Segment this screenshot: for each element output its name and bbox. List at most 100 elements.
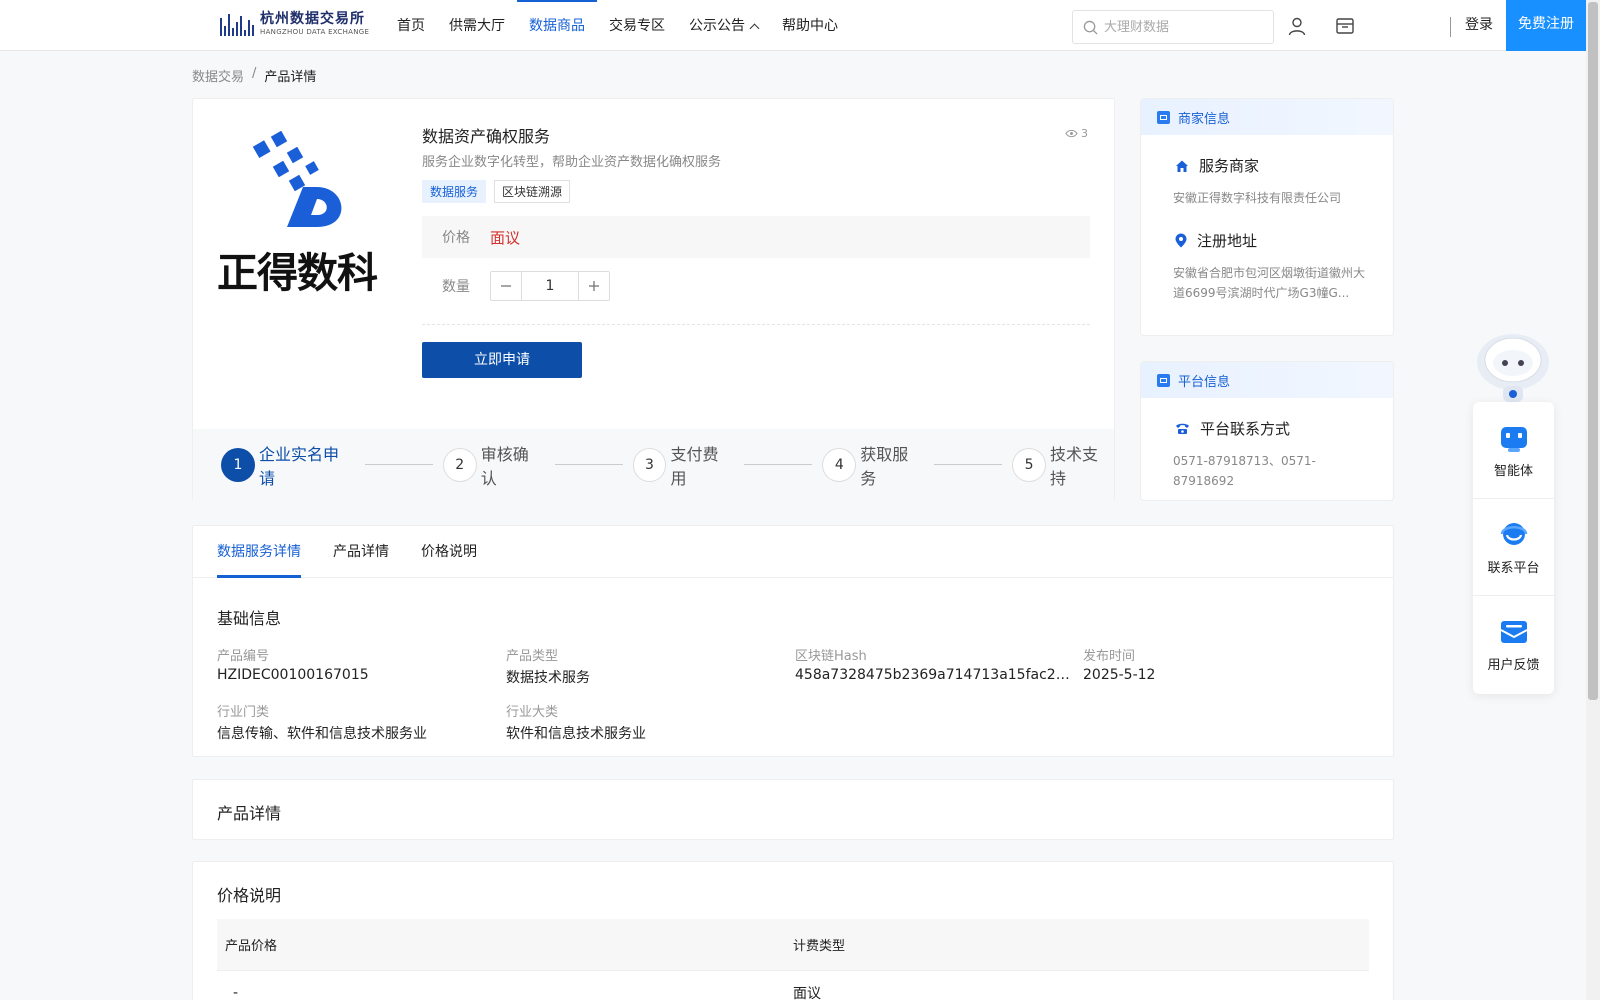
view-count: 3 — [1065, 127, 1088, 140]
industry-category-value: 信息传输、软件和信息技术服务业 — [217, 726, 427, 742]
service-merchant-value: 安徽正得数字科技有限责任公司 — [1173, 191, 1342, 205]
step-5: 5 技术支持 — [1012, 441, 1114, 489]
details-card: 数据服务详情 产品详情 价格说明 基础信息 产品编号 HZIDEC0010016… — [192, 525, 1394, 757]
price-box: 价格 面议 — [422, 216, 1090, 258]
floating-service-panel: 智能体 联系平台 用户反馈 — [1473, 402, 1554, 694]
process-steps: 1 企业实名申请 2 审核确认 3 支付费用 4 获取服务 5 技术支持 — [193, 429, 1114, 500]
top-header: 杭州数据交易所 HANGZHOU DATA EXCHANGE 首页 供需大厅 数… — [0, 0, 1586, 51]
product-logo-text: 正得数科 — [217, 249, 378, 297]
price-value: 面议 — [490, 228, 521, 247]
tag-blockchain: 区块链溯源 — [494, 180, 571, 203]
merchant-icon — [1157, 110, 1170, 124]
registered-address-value: 安徽省合肥市包河区烟墩街道徽州大道6699号滨湖时代广场G3幢G... — [1173, 266, 1366, 300]
zhengde-logo-icon — [252, 130, 342, 227]
merchant-info-header: 商家信息 — [1141, 99, 1393, 135]
price-description-title: 价格说明 — [217, 886, 282, 905]
step-4: 4 获取服务 — [822, 441, 924, 489]
breadcrumb-current: 产品详情 — [264, 70, 317, 85]
chevron-up-icon — [749, 23, 760, 34]
column-header: 计费类型 — [793, 939, 846, 954]
field-label: 行业大类 — [506, 705, 559, 720]
step-1: 1 企业实名申请 — [221, 441, 355, 489]
step-connector — [744, 464, 813, 465]
nav-data-products[interactable]: 数据商品 — [517, 0, 597, 51]
platform-contact-value: 0571-87918713、0571-87918692 — [1173, 454, 1316, 488]
platform-icon — [1157, 373, 1170, 387]
basic-info-title: 基础信息 — [217, 609, 282, 628]
feedback-icon — [1500, 621, 1527, 643]
product-type-value: 数据技术服务 — [506, 670, 590, 686]
eye-icon — [1065, 129, 1078, 138]
price-label: 价格 — [442, 230, 470, 246]
nav-trade-zone[interactable]: 交易专区 — [597, 0, 677, 51]
logo-title: 杭州数据交易所 — [260, 11, 365, 27]
header-divider — [1450, 17, 1451, 37]
step-3: 3 支付费用 — [632, 441, 735, 489]
apply-now-button[interactable]: 立即申请 — [422, 342, 582, 378]
price-description-section: 价格说明 产品价格 计费类型 - 面议 — [192, 861, 1394, 1000]
registered-address-title: 注册地址 — [1141, 230, 1393, 251]
blockchain-hash-value: 458a7328475b2369a714713a15fac28db9... — [795, 667, 1070, 683]
agent-icon — [1500, 426, 1527, 452]
site-logo[interactable]: 杭州数据交易所 HANGZHOU DATA EXCHANGE — [220, 11, 369, 37]
field-label: 产品编号 — [217, 649, 270, 664]
product-detail-section: 产品详情 — [192, 779, 1394, 840]
product-tags: 数据服务 区块链溯源 — [422, 180, 571, 203]
search-box[interactable] — [1072, 10, 1274, 44]
product-detail-title: 产品详情 — [217, 804, 282, 823]
store-icon[interactable] — [1334, 15, 1356, 37]
contact-platform-button[interactable]: 联系平台 — [1473, 499, 1554, 596]
nav-announcements[interactable]: 公示公告 — [677, 0, 770, 51]
service-merchant-title: 服务商家 — [1141, 155, 1393, 176]
user-icon[interactable] — [1286, 15, 1308, 37]
nav-help-center[interactable]: 帮助中心 — [770, 0, 850, 51]
login-link[interactable]: 登录 — [1465, 0, 1493, 51]
headset-icon — [1500, 522, 1527, 545]
search-icon — [1083, 20, 1098, 35]
field-label: 行业门类 — [217, 705, 270, 720]
increment-button[interactable] — [579, 272, 609, 300]
register-button[interactable]: 免费注册 — [1506, 0, 1586, 51]
robot-icon — [1477, 334, 1549, 402]
tag-data-service: 数据服务 — [422, 180, 487, 203]
decrement-button[interactable] — [491, 272, 521, 300]
breadcrumb-root[interactable]: 数据交易 — [192, 66, 244, 85]
field-label: 区块链Hash — [795, 649, 867, 664]
price-table: 产品价格 计费类型 - 面议 — [217, 919, 1369, 1000]
minus-icon — [501, 285, 511, 287]
step-2: 2 审核确认 — [442, 441, 545, 489]
location-pin-icon — [1175, 233, 1187, 248]
tab-price-description[interactable]: 价格说明 — [421, 526, 477, 578]
main-nav: 首页 供需大厅 数据商品 交易专区 公示公告 帮助中心 — [385, 0, 850, 51]
tab-data-service-detail[interactable]: 数据服务详情 — [217, 526, 301, 578]
nav-home[interactable]: 首页 — [385, 0, 437, 51]
divider — [422, 324, 1090, 325]
product-subtitle: 服务企业数字化转型，帮助企业资产数据化确权服务 — [422, 155, 722, 170]
quantity-row: 数量 1 — [422, 271, 610, 301]
breadcrumb: 数据交易 / 产品详情 — [192, 66, 316, 85]
agent-button[interactable]: 智能体 — [1473, 402, 1554, 499]
detail-tabs: 数据服务详情 产品详情 价格说明 — [193, 526, 1393, 578]
robot-mascot[interactable] — [1473, 326, 1553, 402]
quantity-input[interactable]: 1 — [521, 272, 579, 300]
search-input[interactable] — [1104, 19, 1264, 35]
user-feedback-button[interactable]: 用户反馈 — [1473, 596, 1554, 693]
quantity-label: 数量 — [442, 279, 470, 295]
table-cell: 面议 — [793, 986, 821, 1000]
field-label: 产品类型 — [506, 649, 559, 664]
step-connector — [554, 464, 623, 465]
page-scrollbar[interactable] — [1586, 0, 1600, 1000]
platform-info-header: 平台信息 — [1141, 362, 1393, 398]
product-title: 数据资产确权服务 — [422, 127, 551, 146]
table-row: - 面议 — [217, 971, 1369, 1000]
product-code-value: HZIDEC00100167015 — [217, 667, 369, 683]
nav-demand-hall[interactable]: 供需大厅 — [437, 0, 517, 51]
column-header: 产品价格 — [225, 939, 278, 954]
product-card: 正得数科 数据资产确权服务 3 服务企业数字化转型，帮助企业资产数据化确权服务 … — [192, 98, 1115, 500]
home-icon — [1176, 160, 1188, 172]
field-label: 发布时间 — [1083, 649, 1136, 664]
scrollbar-thumb[interactable] — [1588, 2, 1598, 700]
tab-product-detail[interactable]: 产品详情 — [333, 526, 389, 578]
quantity-stepper: 1 — [490, 271, 610, 301]
merchant-info-card: 商家信息 服务商家 安徽正得数字科技有限责任公司 注册地址 安徽省合肥市包河区烟… — [1140, 98, 1394, 336]
